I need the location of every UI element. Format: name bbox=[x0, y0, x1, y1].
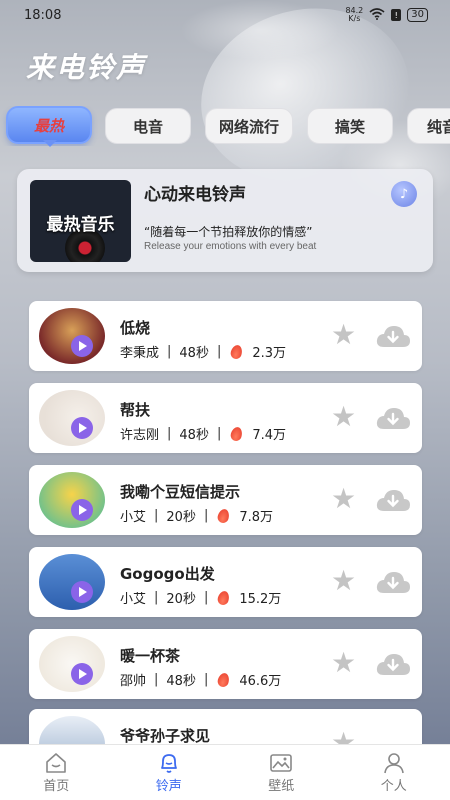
flame-icon bbox=[216, 671, 231, 688]
song-meta: 小艾 | 20秒 | 15.2万 bbox=[120, 589, 282, 607]
featured-playlist-card[interactable]: 最热音乐 心动来电铃声 “随着每一个节拍释放你的情感” Release your… bbox=[17, 169, 433, 272]
download-icon[interactable] bbox=[375, 487, 411, 513]
nav-home[interactable]: 首页 bbox=[16, 751, 96, 794]
star-icon[interactable]: ★ bbox=[331, 321, 356, 349]
tab-internet-pop[interactable]: 网络流行 bbox=[205, 108, 293, 144]
play-icon[interactable] bbox=[71, 581, 93, 603]
song-cover bbox=[39, 390, 105, 446]
featured-subtitle: Release your emotions with every beat bbox=[144, 241, 317, 252]
tab-hottest[interactable]: 最热 bbox=[6, 106, 92, 144]
nav-label: 首页 bbox=[43, 779, 70, 794]
song-duration: 48秒 bbox=[166, 674, 196, 689]
song-hot-count: 7.4万 bbox=[252, 428, 287, 443]
flame-icon bbox=[216, 507, 231, 524]
song-title: Gogogo出发 bbox=[120, 565, 215, 583]
network-speed: 84.2 K/s bbox=[345, 6, 364, 23]
song-title: 暖一杯茶 bbox=[120, 647, 181, 665]
song-artist: 许志刚 bbox=[120, 428, 160, 443]
list-item[interactable]: 帮扶 许志刚 | 48秒 | 7.4万 ★ bbox=[29, 383, 422, 453]
battery-icon: 30 bbox=[407, 8, 428, 22]
notification-icon: ! bbox=[391, 9, 402, 21]
nav-label: 铃声 bbox=[155, 779, 182, 794]
home-icon bbox=[44, 751, 68, 775]
download-icon[interactable] bbox=[375, 405, 411, 431]
song-artist: 小艾 bbox=[120, 510, 147, 525]
download-icon[interactable] bbox=[375, 651, 411, 677]
song-hot-count: 2.3万 bbox=[252, 346, 287, 361]
song-title: 爷爷孙子求见 bbox=[120, 727, 211, 745]
status-bar: 18:08 84.2 K/s ! 30 bbox=[0, 0, 450, 30]
list-item[interactable]: 我嘞个豆短信提示 小艾 | 20秒 | 7.8万 ★ bbox=[29, 465, 422, 535]
song-duration: 20秒 bbox=[166, 510, 196, 525]
nav-label: 壁纸 bbox=[268, 779, 295, 794]
song-meta: 李秉成 | 48秒 | 2.3万 bbox=[120, 343, 287, 361]
active-tab-pointer bbox=[43, 140, 57, 147]
play-icon[interactable] bbox=[71, 499, 93, 521]
flame-icon bbox=[229, 425, 244, 442]
list-item[interactable]: 暖一杯茶 邵帅 | 48秒 | 46.6万 ★ bbox=[29, 629, 422, 699]
nav-ringtones[interactable]: 铃声 bbox=[129, 751, 209, 794]
featured-quote: “随着每一个节拍释放你的情感” bbox=[144, 225, 313, 239]
song-cover bbox=[39, 308, 105, 364]
nav-profile[interactable]: 个人 bbox=[354, 751, 434, 794]
featured-title: 心动来电铃声 bbox=[144, 185, 246, 205]
status-icons: 84.2 K/s ! 30 bbox=[345, 7, 428, 23]
tab-pure-music[interactable]: 纯音 bbox=[407, 108, 450, 144]
tab-electronic[interactable]: 电音 bbox=[105, 108, 191, 144]
song-title: 帮扶 bbox=[120, 401, 151, 419]
play-icon[interactable] bbox=[71, 417, 93, 439]
page-title: 来电铃声 bbox=[26, 51, 147, 84]
list-item[interactable]: 低烧 李秉成 | 48秒 | 2.3万 ★ bbox=[29, 301, 422, 371]
song-title: 低烧 bbox=[120, 319, 151, 337]
song-duration: 20秒 bbox=[166, 592, 196, 607]
bell-icon bbox=[157, 751, 181, 775]
song-meta: 许志刚 | 48秒 | 7.4万 bbox=[120, 425, 287, 443]
featured-cover-text: 最热音乐 bbox=[46, 215, 115, 235]
bottom-navigation: 首页 铃声 壁纸 个人 bbox=[0, 744, 450, 800]
song-duration: 48秒 bbox=[179, 346, 209, 361]
star-icon[interactable]: ★ bbox=[331, 403, 356, 431]
download-icon[interactable] bbox=[375, 323, 411, 349]
image-icon bbox=[269, 751, 293, 775]
star-icon[interactable]: ★ bbox=[331, 649, 356, 677]
download-icon[interactable] bbox=[375, 569, 411, 595]
flame-icon bbox=[229, 343, 244, 360]
song-hot-count: 7.8万 bbox=[239, 510, 274, 525]
nav-wallpaper[interactable]: 壁纸 bbox=[241, 751, 321, 794]
song-meta: 邵帅 | 48秒 | 46.6万 bbox=[120, 671, 282, 689]
person-icon bbox=[382, 751, 406, 775]
song-artist: 邵帅 bbox=[120, 674, 147, 689]
song-artist: 李秉成 bbox=[120, 346, 160, 361]
song-duration: 48秒 bbox=[179, 428, 209, 443]
song-meta: 小艾 | 20秒 | 7.8万 bbox=[120, 507, 274, 525]
song-title: 我嘞个豆短信提示 bbox=[120, 483, 241, 501]
song-cover bbox=[39, 554, 105, 610]
song-cover bbox=[39, 472, 105, 528]
play-icon[interactable] bbox=[71, 335, 93, 357]
wifi-icon bbox=[369, 7, 385, 23]
nav-label: 个人 bbox=[380, 779, 407, 794]
tab-funny[interactable]: 搞笑 bbox=[307, 108, 393, 144]
play-icon[interactable] bbox=[71, 663, 93, 685]
star-icon[interactable]: ★ bbox=[331, 485, 356, 513]
list-item[interactable]: Gogogo出发 小艾 | 20秒 | 15.2万 ★ bbox=[29, 547, 422, 617]
music-note-icon[interactable]: ♪ bbox=[391, 181, 417, 207]
song-hot-count: 46.6万 bbox=[239, 674, 282, 689]
song-cover bbox=[39, 636, 105, 692]
star-icon[interactable]: ★ bbox=[331, 567, 356, 595]
featured-cover: 最热音乐 bbox=[30, 180, 131, 262]
status-time: 18:08 bbox=[24, 7, 62, 23]
song-artist: 小艾 bbox=[120, 592, 147, 607]
song-hot-count: 15.2万 bbox=[239, 592, 282, 607]
category-tabs: 最热 电音 网络流行 搞笑 纯音 bbox=[0, 106, 450, 146]
flame-icon bbox=[216, 589, 231, 606]
